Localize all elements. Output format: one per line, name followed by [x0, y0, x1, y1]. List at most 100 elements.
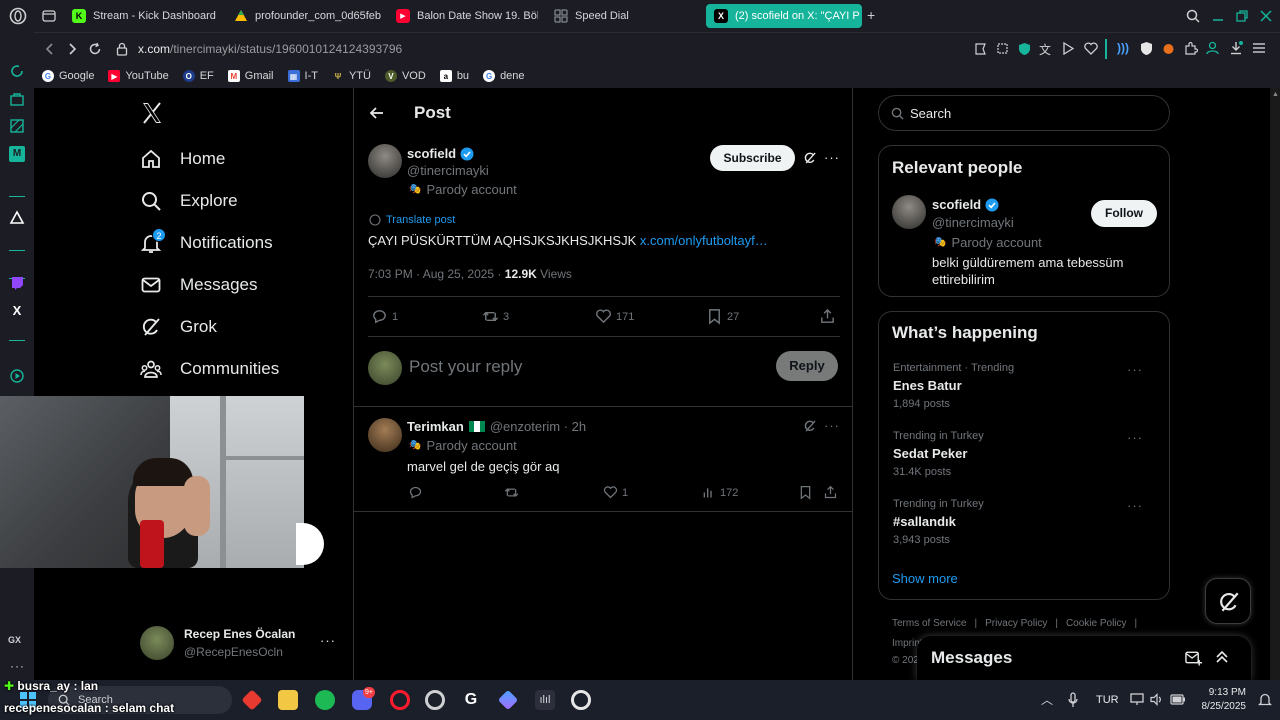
spotify-icon[interactable]	[315, 690, 335, 710]
avatar[interactable]	[892, 195, 926, 229]
reply-author-avatar[interactable]	[368, 418, 402, 452]
post-more-icon[interactable]: ···	[824, 150, 840, 165]
reply-input[interactable]: Post your reply	[409, 357, 522, 377]
extensions-puzzle-icon[interactable]	[1184, 42, 1198, 55]
nav-communities[interactable]: Communities	[140, 358, 279, 380]
follow-button[interactable]: Follow	[1091, 200, 1157, 227]
tab-scofield-post[interactable]: X (2) scofield on X: "ÇAYI P	[706, 4, 862, 28]
tab-profounder[interactable]: profounder_com_0d65feb	[226, 4, 384, 28]
page-scrollbar[interactable]: ▲	[1270, 88, 1280, 680]
tab-speed-dial[interactable]: Speed Dial	[546, 4, 686, 28]
messages-drawer[interactable]: Messages	[917, 636, 1251, 680]
subscribe-button[interactable]: Subscribe	[710, 145, 795, 171]
bookmark-vod[interactable]: V VOD	[384, 70, 426, 82]
tab-kick-dashboard[interactable]: K Stream - Kick Dashboard	[64, 4, 224, 28]
taskbar-app-diamond-icon[interactable]	[497, 689, 519, 711]
trend-more-icon[interactable]: ···	[1127, 498, 1143, 513]
footer-link[interactable]: Privacy Policy	[985, 618, 1047, 629]
extension-wave-icon[interactable]: )))	[1117, 41, 1129, 55]
footer-link[interactable]: Cookie Policy	[1066, 618, 1127, 629]
reply-action[interactable]: 1	[371, 308, 398, 325]
triangle-app-icon[interactable]	[9, 210, 25, 226]
reply-author-row[interactable]: Terimkan @enzoterim · 2h	[407, 419, 586, 434]
repost-action[interactable]: 3	[482, 308, 509, 325]
gx-icon[interactable]: GX	[8, 635, 21, 645]
nav-home[interactable]: Home	[140, 148, 225, 170]
minimize-icon[interactable]	[1211, 9, 1225, 23]
trend-item[interactable]: Entertainment · Trending Enes Batur 1,89…	[893, 362, 1153, 410]
post-button-peek[interactable]	[296, 523, 324, 565]
post-author-row[interactable]: scofield	[407, 146, 474, 161]
search-input[interactable]: Search	[910, 106, 951, 121]
footer-link[interactable]: Terms of Service	[892, 618, 966, 629]
notifications-bell-icon[interactable]	[1258, 692, 1272, 707]
nav-explore[interactable]: Explore	[140, 190, 238, 212]
capcut-icon[interactable]: G	[461, 690, 481, 710]
grok-icon[interactable]	[803, 419, 817, 433]
share-icon[interactable]	[823, 485, 838, 500]
steam-icon[interactable]	[571, 690, 591, 710]
twitch-icon[interactable]	[9, 275, 25, 291]
clock[interactable]: 9:13 PM 8/25/2025	[1196, 686, 1247, 714]
tab-balon-date-show[interactable]: ▶ Balon Date Show 19. Bölü	[388, 4, 538, 28]
share-icon[interactable]	[819, 308, 836, 325]
nav-grok[interactable]: Grok	[140, 316, 217, 338]
reply-views-action[interactable]: 172	[701, 485, 738, 500]
bookmark-action[interactable]: 27	[706, 308, 739, 325]
obs-icon[interactable]	[425, 690, 445, 710]
reply-more-icon[interactable]: ···	[824, 418, 840, 433]
reload-icon[interactable]	[88, 42, 102, 56]
post-timestamp[interactable]: 7:03 PM · Aug 25, 2025 ·	[368, 267, 505, 281]
brave-shield-icon[interactable]	[1140, 41, 1153, 56]
lock-icon[interactable]	[116, 42, 128, 56]
opera-gx-taskbar-icon[interactable]	[390, 690, 410, 710]
tray-chevron-icon[interactable]: ︿	[1041, 691, 1053, 708]
forward-icon[interactable]	[66, 43, 78, 55]
crop-icon[interactable]	[996, 42, 1009, 55]
network-icon[interactable]	[1130, 693, 1144, 706]
grok-float-button[interactable]	[1205, 578, 1251, 624]
audio-app-icon[interactable]: ılıl	[535, 690, 555, 710]
bookmark-bu[interactable]: a bu	[439, 70, 469, 82]
snapshot-icon[interactable]	[974, 42, 987, 56]
opera-logo-icon[interactable]	[9, 7, 27, 25]
bookmark-google[interactable]: G Google	[42, 70, 94, 82]
microphone-icon[interactable]	[1067, 692, 1079, 708]
post-author-avatar[interactable]	[368, 144, 402, 178]
bookmark-it[interactable]: ▦ I-T	[287, 70, 318, 82]
play-icon[interactable]	[1062, 42, 1074, 55]
profile-icon[interactable]	[1206, 41, 1219, 55]
search-box[interactable]: Search	[878, 95, 1170, 131]
nav-messages[interactable]: Messages	[140, 274, 257, 296]
x-logo-icon[interactable]	[140, 101, 166, 127]
expand-icon[interactable]	[1214, 649, 1230, 665]
downloads-icon[interactable]	[1229, 41, 1243, 55]
easy-setup-icon[interactable]	[1252, 42, 1266, 54]
tab-search-icon[interactable]	[1186, 9, 1200, 23]
bag-icon[interactable]	[9, 91, 25, 107]
reply-like-action[interactable]: 1	[603, 485, 628, 500]
trend-item[interactable]: Trending in Turkey #sallandık 3,943 post…	[893, 498, 1153, 546]
avatar[interactable]	[140, 626, 174, 660]
metamask-icon[interactable]	[1162, 41, 1175, 56]
pattern-icon[interactable]	[9, 118, 25, 134]
x-sidebar-icon[interactable]: X	[9, 303, 25, 319]
input-language[interactable]: TUR	[1096, 694, 1119, 706]
bookmark-ytu[interactable]: Ψ YTÜ	[332, 70, 371, 82]
back-arrow-icon[interactable]	[369, 105, 385, 121]
battery-icon[interactable]	[1170, 694, 1186, 705]
translate-icon[interactable]: 文	[1039, 41, 1051, 58]
bookmark-youtube[interactable]: ▶ YouTube	[108, 70, 169, 82]
aria-icon[interactable]	[9, 63, 25, 79]
scroll-up-icon[interactable]: ▲	[1272, 91, 1279, 98]
heart-icon[interactable]	[1084, 42, 1098, 55]
grok-icon[interactable]	[803, 151, 817, 165]
reply-button[interactable]: Reply	[776, 351, 838, 381]
bookmark-dene[interactable]: Gdene	[483, 70, 525, 82]
relevant-name-row[interactable]: scofield	[932, 197, 999, 212]
reply-reply-action[interactable]	[408, 485, 423, 500]
new-tab-button[interactable]: +	[867, 8, 875, 22]
maximize-icon[interactable]	[1235, 9, 1249, 23]
bookmark-gmail[interactable]: M Gmail	[227, 70, 274, 82]
trend-more-icon[interactable]: ···	[1127, 362, 1143, 377]
